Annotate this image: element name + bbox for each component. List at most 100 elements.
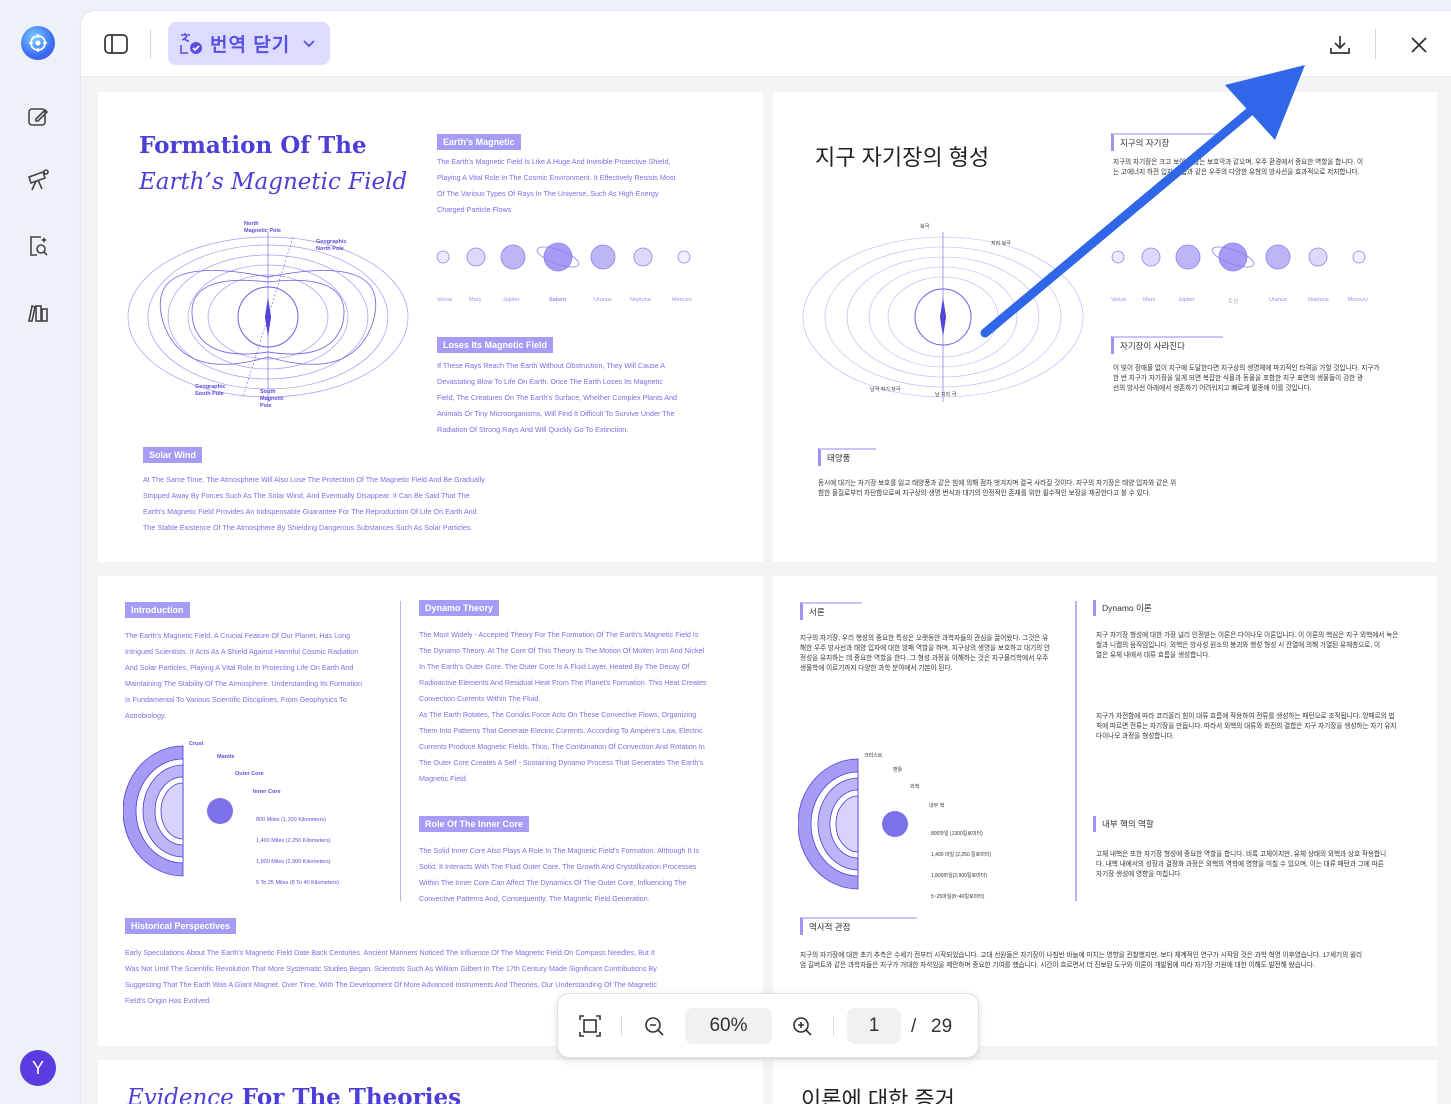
text-line: At The Same Time, The Atmosphere Will Al… xyxy=(143,475,485,484)
section-tag: Role Of The Inner Core xyxy=(419,816,530,832)
page-original-3: Evidence For The Theories xyxy=(98,1060,763,1104)
zoom-level[interactable]: 60% xyxy=(685,1008,772,1044)
history-paragraph: 지구의 자기장에 대한 초기 추측은 수세기 전부터 시작되었습니다. 고대 선… xyxy=(800,951,1420,971)
solar-paragraph: At The Same Time, The Atmosphere Will Al… xyxy=(143,472,563,536)
page-title: 지구 자기장의 형성 xyxy=(815,145,990,170)
solar-paragraph: 동시에 대기는 자기장 보호를 잃고 태양풍과 같은 힘에 의해 점차 벗겨지며… xyxy=(818,479,1238,499)
section-tag: Solar Wind xyxy=(143,447,202,463)
sidebar-panel-icon xyxy=(104,34,128,54)
page-original-1: Formation Of The Earth’s Magnetic Field xyxy=(98,92,763,562)
planet-label: Mercury xyxy=(672,297,692,303)
text-line: 지구 자기장 형성에 대한 가장 널리 인정받는 이론은 다이나모 이론입니다.… xyxy=(1096,632,1399,639)
depth-label: 800마일 (1300킬로미터) xyxy=(931,831,983,837)
toggle-sidebar-button[interactable] xyxy=(101,31,131,57)
app-logo-icon xyxy=(29,34,47,52)
fit-page-icon xyxy=(579,1015,601,1037)
library-icon[interactable] xyxy=(22,296,54,328)
dynamo-paragraph: The Most Widely - Accepted Theory For Th… xyxy=(419,627,749,787)
layer-label: Outer Core xyxy=(235,771,264,777)
chevron-down-icon xyxy=(303,39,315,47)
depth-label: 800 Miles (1,100 Kilometers) xyxy=(256,817,327,823)
layer-label: 크러스트 xyxy=(864,753,883,759)
geographic-south-pole-label: 남 지리 극 xyxy=(935,392,957,398)
planet-label: Saturn xyxy=(549,297,567,303)
text-line: Earth's Magnetic Field Provides An Indis… xyxy=(143,507,477,516)
presentation-icon[interactable] xyxy=(22,164,54,196)
text-line: 지구의 자기장에 대한 초기 추측은 수세기 전부터 시작되었습니다. 고대 선… xyxy=(800,952,1363,959)
section-tag: Historical Perspectives xyxy=(125,918,237,934)
layer-label: Crust xyxy=(189,741,204,747)
north-magnetic-pole-label: North Magnetic Pole xyxy=(244,221,281,234)
inner-core-paragraph: The Solid Inner Core Also Plays A Role I… xyxy=(419,843,749,907)
text-line: 다. 내핵 내에서의 성장과 결정화 과정은 외핵의 역학에 영향을 미칠 수 … xyxy=(1096,861,1384,868)
user-avatar[interactable]: Y xyxy=(20,1050,56,1086)
section-tag: 내부 핵의 역할 xyxy=(1093,816,1205,832)
south-magnetic-pole-label: 남극 자기 자극 xyxy=(870,387,901,393)
text-line: 고체 내핵은 또한 자기장 형성에 중요한 역할을 합니다. 비록 고체이지만,… xyxy=(1096,851,1387,858)
text-line: Within The Inner Core Can Affect The Dyn… xyxy=(419,878,687,887)
planet-label: Mercury xyxy=(1348,297,1368,303)
magnetic-field-diagram xyxy=(127,232,409,402)
toolbar-divider xyxy=(150,29,151,59)
close-translation-label: 번역 닫기 xyxy=(210,35,291,56)
text-line: 해한 우주 방사선과 태양 입자에 대한 방패 역할을 하며, 지구상의 생명을… xyxy=(800,645,1051,652)
fit-page-button[interactable] xyxy=(575,1011,605,1041)
close-button[interactable] xyxy=(1405,31,1433,59)
zoom-in-button[interactable] xyxy=(787,1011,817,1041)
loses-paragraph: 이 빛이 장애물 없이 지구에 도달한다면 지구상의 생명체에 파괴적인 타격을… xyxy=(1113,364,1413,394)
page-title: Evidence For The Theories xyxy=(127,1080,461,1104)
column-divider xyxy=(1075,601,1077,901)
earth-layers-diagram xyxy=(123,745,233,877)
text-line: 다이나모 과정을 형성합니다. xyxy=(1096,733,1175,740)
text-line: Animals Or Tiny Microorganisms, Will Fin… xyxy=(437,409,675,418)
text-line: 칙에 따르면 전류는 자기장을 만듭니다. 따라서 외핵의 대류와 회전의 결합… xyxy=(1096,723,1397,730)
earth-layers-diagram xyxy=(798,758,908,890)
text-line: 자기장 생성에 영향을 미칩니다. xyxy=(1096,871,1183,878)
text-line: Devastating Blow To Life On Earth. Once … xyxy=(437,377,663,386)
depth-label: 1,400 마일 (2,250 킬로미터) xyxy=(931,852,992,858)
text-line: 정성을 유지하는 데 중요한 역할을 한다. 그 형성 과정을 이해하는 것은 … xyxy=(800,655,1049,662)
text-line: 철과 니켈의 움직임입니다. 외핵은 방사성 원소의 붕괴와 행성 형성 시 잔… xyxy=(1096,642,1381,649)
text-line: The Dynamo Theory. At The Core Of This T… xyxy=(419,646,705,655)
edit-icon[interactable] xyxy=(22,101,54,133)
text-line: 열은 유체 내에서 대류 흐름을 생성합니다. xyxy=(1096,652,1211,659)
download-button[interactable] xyxy=(1326,31,1354,59)
text-line: The Earth's Magnetic Field, A Crucial Fe… xyxy=(125,631,351,640)
text-line: 엄 길버트와 같은 과학자들은 지구가 거대한 자석임을 제안하며 중요한 기여… xyxy=(800,962,1315,969)
zoom-in-icon xyxy=(793,1017,812,1036)
text-line: The Most Widely - Accepted Theory For Th… xyxy=(419,630,699,639)
text-line: 험한 물질로부터 차단함으로써 지구상의 생명 번식과 대기의 안정적인 존재를… xyxy=(818,490,1151,497)
section-tag: Dynamo 이론 xyxy=(1093,600,1205,616)
page-title: Formation Of The Earth’s Magnetic Field xyxy=(139,128,407,200)
text-line: 생물학에 이르기까지 다양한 과학 분야에서 기본이 된다. xyxy=(800,665,953,672)
text-line: Maintaining The Stability Of The Atmosph… xyxy=(125,679,363,688)
text-line: Suggesting That The Earth Was A Giant Ma… xyxy=(125,980,658,989)
text-line: The Stable Existence Of The Atmosphere B… xyxy=(143,523,473,532)
section-tag: Earth's Magnetic xyxy=(437,134,521,150)
depth-label: 5~25마일(8~40킬로미터) xyxy=(931,894,985,900)
depth-label: 1,800마일(2,900킬로미터) xyxy=(931,873,987,879)
translate-icon xyxy=(180,32,202,54)
text-line: 선의 방사선 아래에서 생존하기 어려워지고 빠르게 멸종에 이를 것입니다. xyxy=(1113,385,1312,392)
section-tag: Loses Its Magnetic Field xyxy=(437,337,554,353)
app-logo[interactable] xyxy=(21,26,55,60)
zoom-out-button[interactable] xyxy=(639,1011,669,1041)
section-tag: Dynamo Theory xyxy=(419,600,500,616)
page-number-input[interactable]: 1 xyxy=(847,1008,901,1044)
text-line: Early Speculations About The Earth's Mag… xyxy=(125,948,655,957)
text-line: 지구가 자전함에 따라 코리올리 힘이 대류 흐름에 작용하여 전류를 생성하는… xyxy=(1096,713,1395,720)
text-line: The Outer Core Creates A Self - Sustaini… xyxy=(419,758,704,767)
search-document-icon[interactable] xyxy=(22,230,54,262)
intro-paragraph: The Earth's Magnetic Field, A Crucial Fe… xyxy=(125,628,390,724)
text-line: If These Rays Reach The Earth Without Ob… xyxy=(437,361,666,370)
total-pages: 29 xyxy=(931,1016,953,1037)
planet-label: Venus xyxy=(437,297,453,303)
planets-illustration xyxy=(436,242,691,272)
text-line: In The Earth's Outer Core. The Outer Cor… xyxy=(419,662,690,671)
column-divider xyxy=(400,601,401,901)
text-line: As The Earth Rotates, The Coriolis Force… xyxy=(419,710,697,719)
close-translation-button[interactable]: 번역 닫기 xyxy=(168,22,330,65)
planet-label: Uranus xyxy=(594,297,612,303)
text-line: Intrigued Scientists. It Acts As A Shiel… xyxy=(125,647,359,656)
layer-label: 내부 핵 xyxy=(929,803,945,809)
